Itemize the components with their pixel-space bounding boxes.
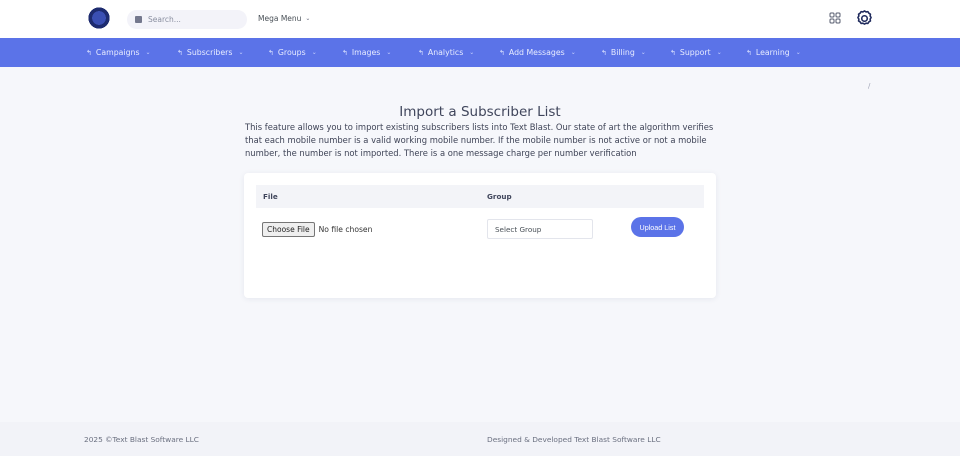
page-description: This feature allows you to import existi… [245, 122, 714, 158]
nav-item-label: Groups [277, 48, 306, 57]
nav-item-label: Add Messages [508, 48, 565, 57]
mega-menu-label: Mega Menu [258, 14, 302, 23]
chevron-down-icon: ⌄ [716, 49, 722, 56]
nav-item-label: Learning [755, 48, 790, 57]
hook-arrow-icon: ↰ [499, 48, 505, 57]
nav-item-groups[interactable]: ↰ Groups ⌄ [268, 38, 317, 67]
nav-item-analytics[interactable]: ↰ Analytics ⌄ [418, 38, 474, 67]
search-box[interactable] [127, 10, 247, 29]
chevron-down-icon: ⌄ [238, 49, 244, 56]
nav-item-learning[interactable]: ↰ Learning ⌄ [746, 38, 801, 67]
file-input[interactable]: Choose File No file chosen [262, 222, 372, 237]
upload-list-button[interactable]: Upload List [631, 217, 684, 237]
hook-arrow-icon: ↰ [418, 48, 424, 57]
chevron-down-icon: ⌄ [305, 15, 311, 22]
nav-item-subscribers[interactable]: ↰ Subscribers ⌄ [177, 38, 243, 67]
nav-item-images[interactable]: ↰ Images ⌄ [342, 38, 391, 67]
nav-item-support[interactable]: ↰ Support ⌄ [670, 38, 722, 67]
page-title: Import a Subscriber List [399, 104, 561, 120]
apps-grid-icon[interactable] [829, 12, 841, 24]
hook-arrow-icon: ↰ [746, 48, 752, 57]
nav-item-label: Images [351, 48, 381, 57]
nav-item-label: Subscribers [186, 48, 233, 57]
nav-item-label: Campaigns [95, 48, 140, 57]
mega-menu-toggle[interactable]: Mega Menu ⌄ [258, 14, 310, 23]
nav-item-campaigns[interactable]: ↰ Campaigns ⌄ [86, 38, 151, 67]
top-header: Mega Menu ⌄ [0, 0, 960, 38]
chevron-down-icon: ⌄ [795, 49, 801, 56]
footer: 2025 ©Text Blast Software LLC Designed &… [0, 422, 960, 456]
chevron-down-icon: ⌄ [386, 49, 392, 56]
hook-arrow-icon: ↰ [601, 48, 607, 57]
table-header: File Group [256, 185, 704, 208]
nav-item-label: Analytics [427, 48, 464, 57]
chevron-down-icon: ⌄ [145, 49, 151, 56]
group-select[interactable]: Select Group [487, 219, 593, 239]
main-nav: ↰ Campaigns ⌄ ↰ Subscribers ⌄ ↰ Groups ⌄… [0, 38, 960, 67]
chevron-down-icon: ⌄ [469, 49, 475, 56]
search-input[interactable] [148, 15, 238, 24]
column-header-group: Group [487, 192, 512, 201]
breadcrumb-separator: / [868, 82, 871, 90]
search-icon [135, 16, 142, 23]
hook-arrow-icon: ↰ [268, 48, 274, 57]
chevron-down-icon: ⌄ [311, 49, 317, 56]
nav-item-label: Support [679, 48, 711, 57]
nav-item-add-messages[interactable]: ↰ Add Messages ⌄ [499, 38, 576, 67]
column-header-file: File [263, 192, 278, 201]
chevron-down-icon: ⌄ [640, 49, 646, 56]
import-card: File Group Choose File No file chosen Se… [244, 173, 716, 298]
choose-file-button[interactable]: Choose File [262, 222, 315, 237]
logo-icon[interactable] [87, 6, 111, 30]
footer-credits: Designed & Developed Text Blast Software… [487, 435, 661, 444]
hook-arrow-icon: ↰ [342, 48, 348, 57]
gear-icon[interactable] [855, 9, 874, 28]
file-status: No file chosen [318, 225, 373, 234]
nav-item-billing[interactable]: ↰ Billing ⌄ [601, 38, 646, 67]
footer-copyright: 2025 ©Text Blast Software LLC [84, 435, 199, 444]
chevron-down-icon: ⌄ [570, 49, 576, 56]
hook-arrow-icon: ↰ [177, 48, 183, 57]
nav-item-label: Billing [610, 48, 635, 57]
hook-arrow-icon: ↰ [670, 48, 676, 57]
hook-arrow-icon: ↰ [86, 48, 92, 57]
